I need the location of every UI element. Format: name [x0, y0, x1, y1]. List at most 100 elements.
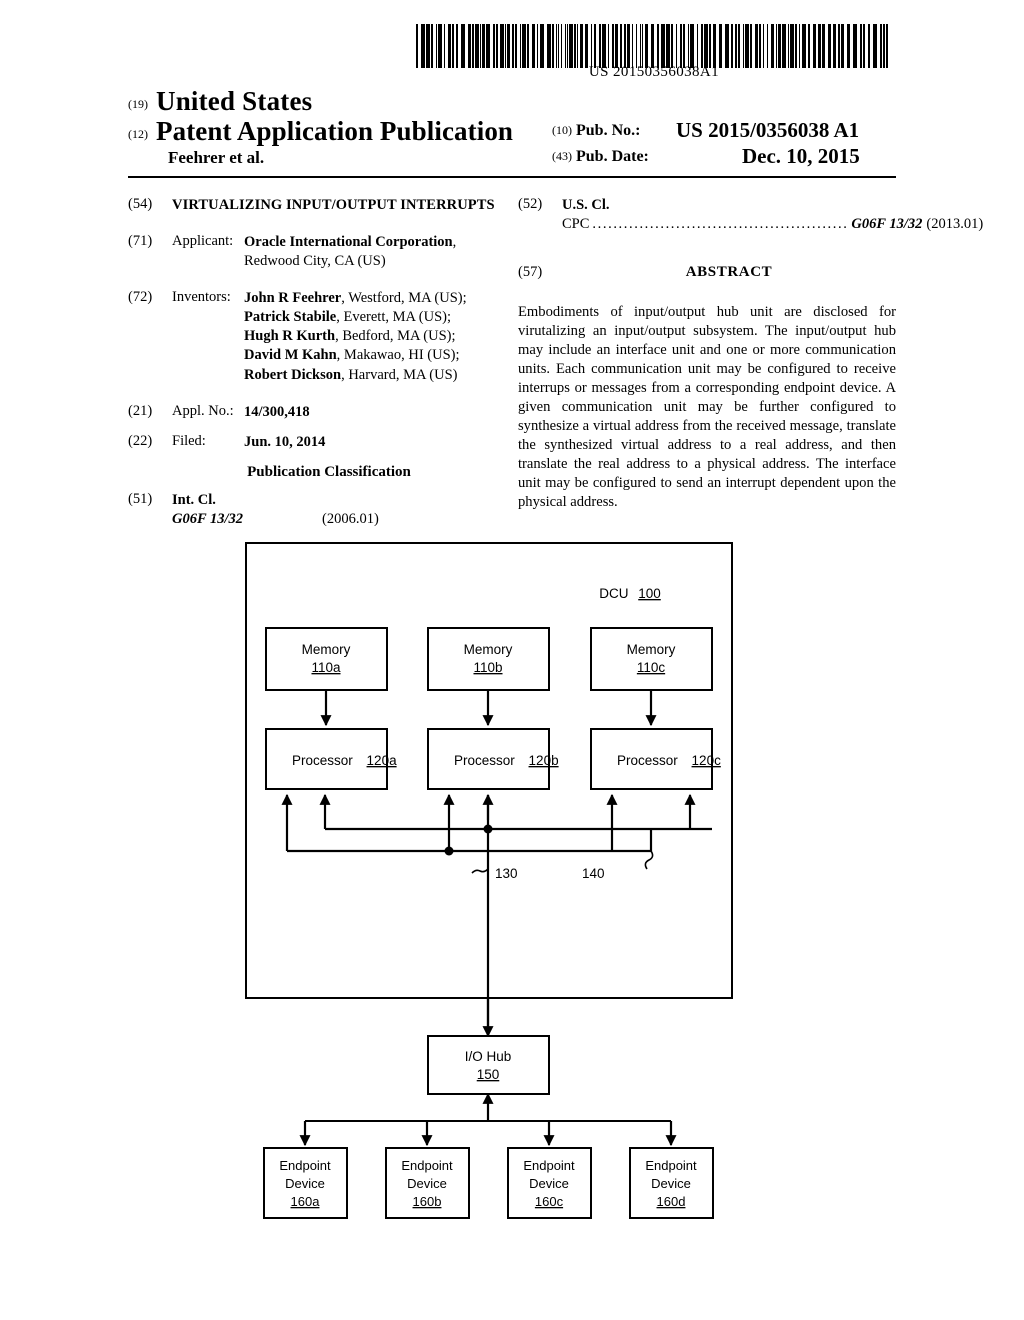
inventor-location: , Harvard, MA (US)	[341, 367, 457, 383]
publication-classification-heading: Publication Classification	[158, 464, 500, 481]
pub-no-label: Pub. No.:	[576, 122, 640, 139]
cpc-version: (2013.01)	[926, 215, 983, 234]
inventor-row: Patrick Stabile, Everett, MA (US);	[244, 308, 500, 327]
processor-label-120c: Processor 120c	[617, 753, 721, 768]
memory-label-110b: Memory	[464, 642, 513, 657]
inventor-location: , Everett, MA (US);	[336, 309, 451, 325]
inventors-list: John R Feehrer, Westford, MA (US); Patri…	[244, 289, 500, 385]
inventors-label: Inventors:	[172, 289, 244, 385]
bus-junction-dot-130	[484, 825, 493, 834]
inventor-row: John R Feehrer, Westford, MA (US);	[244, 289, 500, 308]
invention-title: VIRTUALIZING INPUT/OUTPUT INTERRUPTS	[172, 196, 500, 215]
endpoint-ref-160a: 160a	[291, 1194, 321, 1209]
applicant-address: Redwood City, CA (US)	[244, 253, 386, 269]
code-10: (10)	[552, 123, 572, 137]
leader-140	[645, 851, 652, 869]
country-line: (19) United States	[128, 86, 312, 117]
memory-box-110a	[266, 628, 387, 690]
inventors-field: (72) Inventors: John R Feehrer, Westford…	[128, 289, 500, 385]
endpoint-line1-160d: Endpoint	[645, 1158, 697, 1173]
inventor-name: Robert Dickson	[244, 367, 341, 383]
processor-label-120b: Processor 120b	[454, 753, 559, 768]
processor-label-120a: Processor 120a	[292, 753, 397, 768]
endpoint-line2-160b: Device	[407, 1176, 447, 1191]
endpoint-line1-160b: Endpoint	[401, 1158, 453, 1173]
country-name: United States	[156, 86, 312, 116]
memory-ref-110a: 110a	[311, 660, 341, 675]
inventor-name: Hugh R Kurth	[244, 328, 335, 344]
applicant-label: Applicant:	[172, 233, 244, 271]
doc-type-line: (12) Patent Application Publication	[128, 116, 513, 147]
endpoint-ref-160d: 160d	[657, 1194, 686, 1209]
figure-diagram: DCU 100 Memory 110a Memory 110b Memory 1…	[0, 520, 1024, 1240]
filed-label: Filed:	[172, 433, 244, 452]
code-12: (12)	[128, 127, 148, 141]
abstract-heading: ABSTRACT	[562, 264, 896, 281]
pub-date-label: Pub. Date:	[576, 148, 649, 165]
invention-title-field: (54) VIRTUALIZING INPUT/OUTPUT INTERRUPT…	[128, 196, 500, 215]
us-cl-field: (52) U.S. Cl. CPC ......................…	[518, 196, 896, 234]
pub-date-row: (43) Pub. Date:	[552, 148, 649, 166]
abstract-code: (57)	[518, 264, 562, 281]
inventor-location: , Westford, MA (US);	[341, 290, 466, 306]
bibliographic-right-column: (52) U.S. Cl. CPC ......................…	[518, 196, 896, 512]
inventor-row: Hugh R Kurth, Bedford, MA (US);	[244, 327, 500, 346]
inventor-name: Patrick Stabile	[244, 309, 336, 325]
cpc-lead: CPC	[562, 215, 589, 234]
pub-no-value: US 2015/0356038 A1	[676, 118, 859, 143]
appl-no-value: 14/300,418	[244, 403, 500, 422]
applicant-comma: ,	[453, 234, 457, 250]
endpoint-ref-160c: 160c	[535, 1194, 564, 1209]
leader-130	[472, 869, 488, 873]
int-cl-label: Int. Cl.	[172, 491, 500, 510]
memory-ref-110b: 110b	[473, 660, 502, 675]
pub-no-row: (10) Pub. No.:	[552, 122, 640, 140]
appl-no-code: (21)	[128, 403, 172, 422]
inventor-location: , Makawao, HI (US);	[337, 347, 460, 363]
applicant-value: Oracle International Corporation, Redwoo…	[244, 233, 500, 271]
inventor-name: David M Kahn	[244, 347, 337, 363]
filed-code: (22)	[128, 433, 172, 452]
cpc-symbol: G06F 13/32	[851, 215, 922, 234]
io-hub-box	[428, 1036, 549, 1094]
appl-no-field: (21) Appl. No.: 14/300,418	[128, 403, 500, 422]
doc-type: Patent Application Publication	[156, 116, 513, 146]
us-cl-label: U.S. Cl.	[562, 196, 983, 215]
endpoint-line2-160a: Device	[285, 1176, 325, 1191]
io-hub-label: I/O Hub	[465, 1049, 512, 1064]
memory-box-110c	[591, 628, 712, 690]
header-divider	[128, 176, 896, 178]
endpoint-line1-160a: Endpoint	[279, 1158, 331, 1173]
applicant-field: (71) Applicant: Oracle International Cor…	[128, 233, 500, 271]
code-43: (43)	[552, 149, 572, 163]
us-cl-code: (52)	[518, 196, 562, 234]
memory-label-110c: Memory	[627, 642, 676, 657]
cpc-row: CPC ....................................…	[562, 215, 983, 234]
pub-date-value: Dec. 10, 2015	[742, 144, 860, 169]
bus-ref-140: 140	[582, 866, 605, 881]
io-hub-ref: 150	[477, 1067, 500, 1082]
bus-junction-dot-140	[445, 847, 454, 856]
memory-box-110b	[428, 628, 549, 690]
filed-value: Jun. 10, 2014	[244, 433, 500, 452]
applicant-surname: Feehrer et al.	[168, 148, 264, 168]
inventor-row: David M Kahn, Makawao, HI (US);	[244, 346, 500, 365]
barcode	[414, 24, 894, 68]
memory-label-110a: Memory	[302, 642, 351, 657]
dcu-label: DCU 100	[599, 586, 661, 601]
endpoint-line2-160d: Device	[651, 1176, 691, 1191]
applicant-code: (71)	[128, 233, 172, 271]
applicant-name: Oracle International Corporation	[244, 234, 453, 250]
code-19: (19)	[128, 97, 148, 111]
inventor-location: , Bedford, MA (US);	[335, 328, 455, 344]
memory-ref-110c: 110c	[637, 660, 666, 675]
filed-field: (22) Filed: Jun. 10, 2014	[128, 433, 500, 452]
bibliographic-left-column: (54) VIRTUALIZING INPUT/OUTPUT INTERRUPT…	[128, 196, 500, 533]
endpoint-line2-160c: Device	[529, 1176, 569, 1191]
endpoint-line1-160c: Endpoint	[523, 1158, 575, 1173]
inventor-row: Robert Dickson, Harvard, MA (US)	[244, 366, 500, 385]
title-code: (54)	[128, 196, 172, 215]
inventors-code: (72)	[128, 289, 172, 385]
appl-no-label: Appl. No.:	[172, 403, 244, 422]
endpoint-ref-160b: 160b	[413, 1194, 442, 1209]
